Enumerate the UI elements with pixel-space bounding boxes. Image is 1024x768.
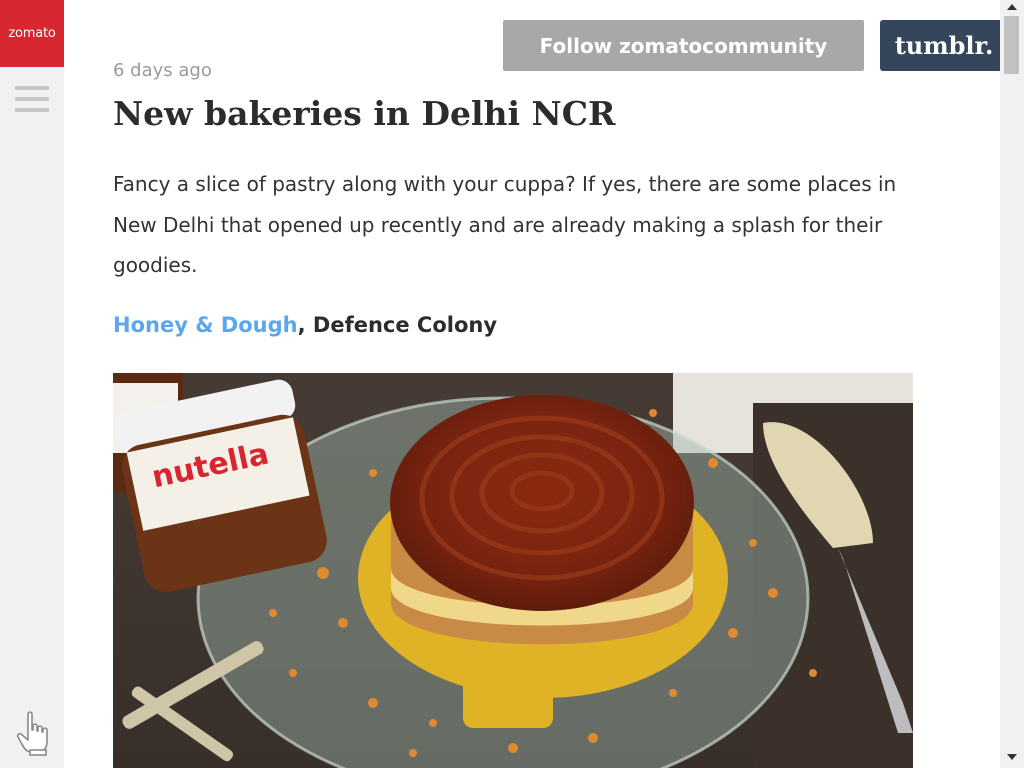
hamburger-menu-icon[interactable] <box>15 86 49 116</box>
post-timestamp: 6 days ago <box>113 60 212 81</box>
venue-location: , Defence Colony <box>297 313 498 337</box>
cake-photo: nutella <box>113 373 913 768</box>
post-title: New bakeries in Delhi NCR <box>113 94 616 133</box>
tumblr-button[interactable]: tumblr. <box>880 20 1008 71</box>
scroll-thumb[interactable] <box>1004 16 1019 74</box>
sidebar: zomato <box>0 0 64 768</box>
scroll-down-arrow-icon[interactable] <box>1007 754 1017 760</box>
zomato-logo[interactable]: zomato <box>0 0 64 67</box>
venue-heading: Honey & Dough, Defence Colony <box>113 313 497 337</box>
follow-button[interactable]: Follow zomatocommunity <box>503 20 864 71</box>
venue-link[interactable]: Honey & Dough <box>113 313 298 337</box>
scrollbar[interactable] <box>1000 0 1024 768</box>
post-intro: Fancy a slice of pastry along with your … <box>113 172 897 277</box>
hand-pointer-icon <box>14 710 52 756</box>
scroll-up-arrow-icon[interactable] <box>1007 4 1017 10</box>
